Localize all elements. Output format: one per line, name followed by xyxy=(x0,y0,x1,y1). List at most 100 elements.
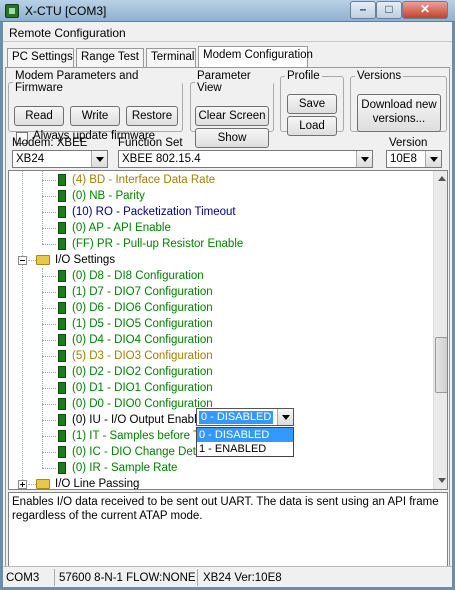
chevron-down-icon[interactable] xyxy=(356,151,372,167)
chevron-down-icon[interactable] xyxy=(277,409,293,425)
parameter-label: (0) D1 - DIO1 Configuration xyxy=(72,382,213,394)
parameter-icon xyxy=(58,382,66,394)
window-title: X-CTU [COM3] xyxy=(25,4,107,18)
scroll-up-icon[interactable] xyxy=(435,172,447,186)
iu-value-select[interactable]: 0 - DISABLED xyxy=(196,408,294,426)
parameter-icon xyxy=(58,174,66,186)
parameter-row[interactable]: (0) D8 - DI8 Configuration xyxy=(9,268,433,284)
tree-guide-line xyxy=(42,212,56,213)
iu-option-disabled[interactable]: 0 - DISABLED xyxy=(197,428,293,442)
status-bar: COM3 57600 8-N-1 FLOW:NONE XB24 Ver:10E8 xyxy=(3,566,452,587)
tree-guide-line xyxy=(42,372,56,373)
function-set-select[interactable]: XBEE 802.15.4 xyxy=(118,150,373,168)
tab-range-test[interactable]: Range Test xyxy=(76,48,144,67)
write-button[interactable]: Write xyxy=(70,106,120,126)
parameter-row[interactable]: (0) D2 - DIO2 Configuration xyxy=(9,364,433,380)
tree-guide-line xyxy=(42,276,56,277)
folder-row[interactable]: I/O Line Passing xyxy=(9,476,433,489)
tree-guide-line xyxy=(42,340,56,341)
parameter-row[interactable]: (0) D4 - DIO4 Configuration xyxy=(9,332,433,348)
parameter-tree: (4) BD - Interface Data Rate (0) NB - Par… xyxy=(8,170,448,490)
restore-button[interactable]: Restore xyxy=(126,106,178,126)
parameter-label: (0) IC - DIO Change Detect xyxy=(72,446,212,458)
scroll-down-icon[interactable] xyxy=(435,474,447,488)
parameter-row[interactable]: (5) D3 - DIO3 Configuration xyxy=(9,348,433,364)
parameter-row[interactable]: (0) AP - API Enable xyxy=(9,220,433,236)
save-button[interactable]: Save xyxy=(287,94,337,114)
parameter-label: (FF) PR - Pull-up Resistor Enable xyxy=(72,238,244,250)
minimize-button[interactable]: – xyxy=(350,1,376,19)
parameter-row[interactable]: (10) RO - Packetization Timeout xyxy=(9,204,433,220)
parameter-label: (0) D0 - DIO0 Configuration xyxy=(72,398,213,410)
firmware-group-legend: Modem Parameters and Firmware xyxy=(15,70,139,94)
scroll-thumb[interactable] xyxy=(435,337,447,393)
parameter-icon xyxy=(58,446,66,458)
show-defaults-button[interactable]: Show Defaults xyxy=(195,128,269,162)
expand-icon[interactable] xyxy=(18,480,27,489)
tree-scrollbar[interactable] xyxy=(433,171,447,489)
parameter-view-group: Parameter View Clear Screen Show Default… xyxy=(190,70,274,162)
tab-modem-configuration[interactable]: Modem Configuration xyxy=(198,46,313,68)
parameter-row[interactable]: (0) IR - Sample Rate xyxy=(9,460,433,476)
parameter-row[interactable]: (1) D7 - DIO7 Configuration xyxy=(9,284,433,300)
parameter-row[interactable]: (1) D5 - DIO5 Configuration xyxy=(9,316,433,332)
status-modem: XB24 Ver:10E8 xyxy=(203,572,282,584)
modem-select-value: XB24 xyxy=(16,153,45,165)
maximize-button[interactable]: □ xyxy=(376,1,402,19)
tree-guide-line xyxy=(42,404,56,405)
version-select-value: 10E8 xyxy=(390,153,417,165)
modem-config-panel: Modem Parameters and Firmware Read Write… xyxy=(5,67,450,585)
tree-guide-line xyxy=(42,388,56,389)
tab-bar: PC Settings Range Test Terminal Modem Co… xyxy=(5,46,450,68)
title-bar: X-CTU [COM3] – □ ✕ xyxy=(0,0,455,22)
tree-guide-line xyxy=(42,292,56,293)
folder-icon xyxy=(36,479,50,489)
parameter-row[interactable]: (0) D1 - DIO1 Configuration xyxy=(9,380,433,396)
parameter-view-legend: Parameter View xyxy=(197,70,251,94)
parameter-icon xyxy=(58,238,66,250)
folder-row[interactable]: I/O Settings xyxy=(9,252,433,268)
parameter-icon xyxy=(58,366,66,378)
status-serial-settings: 57600 8-N-1 FLOW:NONE xyxy=(59,572,196,584)
read-button[interactable]: Read xyxy=(14,106,64,126)
profile-legend: Profile xyxy=(287,70,320,82)
parameter-icon xyxy=(58,462,66,474)
close-button[interactable]: ✕ xyxy=(402,1,448,19)
tree-guide-line xyxy=(42,308,56,309)
tree-guide-line xyxy=(42,324,56,325)
parameter-row[interactable]: (4) BD - Interface Data Rate xyxy=(9,172,433,188)
tree-guide-line xyxy=(28,484,36,485)
parameter-icon xyxy=(58,350,66,362)
parameter-icon xyxy=(58,414,66,426)
version-label: Version xyxy=(389,137,428,149)
function-set-label: Function Set xyxy=(118,137,183,149)
folder-label: I/O Line Passing xyxy=(55,478,140,489)
iu-option-enabled[interactable]: 1 - ENABLED xyxy=(197,442,293,456)
parameter-icon xyxy=(58,270,66,282)
parameter-label: (0) D6 - DIO6 Configuration xyxy=(72,302,213,314)
collapse-icon[interactable] xyxy=(18,256,27,265)
parameter-row[interactable]: (FF) PR - Pull-up Resistor Enable xyxy=(9,236,433,252)
modem-select[interactable]: XB24 xyxy=(12,150,108,168)
load-button[interactable]: Load xyxy=(287,116,337,136)
main-window: Remote Configuration PC Settings Range T… xyxy=(3,22,452,587)
parameter-icon xyxy=(58,318,66,330)
download-versions-button[interactable]: Download new versions... xyxy=(357,94,441,132)
parameter-row[interactable]: (0) NB - Parity xyxy=(9,188,433,204)
parameter-label: (0) NB - Parity xyxy=(72,190,145,202)
parameter-icon xyxy=(58,190,66,202)
clear-screen-button[interactable]: Clear Screen xyxy=(195,106,269,126)
chevron-down-icon[interactable] xyxy=(91,151,107,167)
parameter-label: (0) AP - API Enable xyxy=(72,222,171,234)
iu-options-list: 0 - DISABLED 1 - ENABLED xyxy=(196,427,294,457)
chevron-down-icon[interactable] xyxy=(425,151,441,167)
parameter-label: (10) RO - Packetization Timeout xyxy=(72,206,236,218)
tab-pc-settings[interactable]: PC Settings xyxy=(7,48,74,67)
modem-label: Modem: XBEE xyxy=(12,137,88,149)
tab-terminal[interactable]: Terminal xyxy=(146,48,196,67)
parameter-icon xyxy=(58,398,66,410)
status-divider xyxy=(197,569,198,586)
version-select[interactable]: 10E8 xyxy=(386,150,442,168)
parameter-row[interactable]: (0) D6 - DIO6 Configuration xyxy=(9,300,433,316)
versions-group: Versions Download new versions... xyxy=(350,70,447,132)
